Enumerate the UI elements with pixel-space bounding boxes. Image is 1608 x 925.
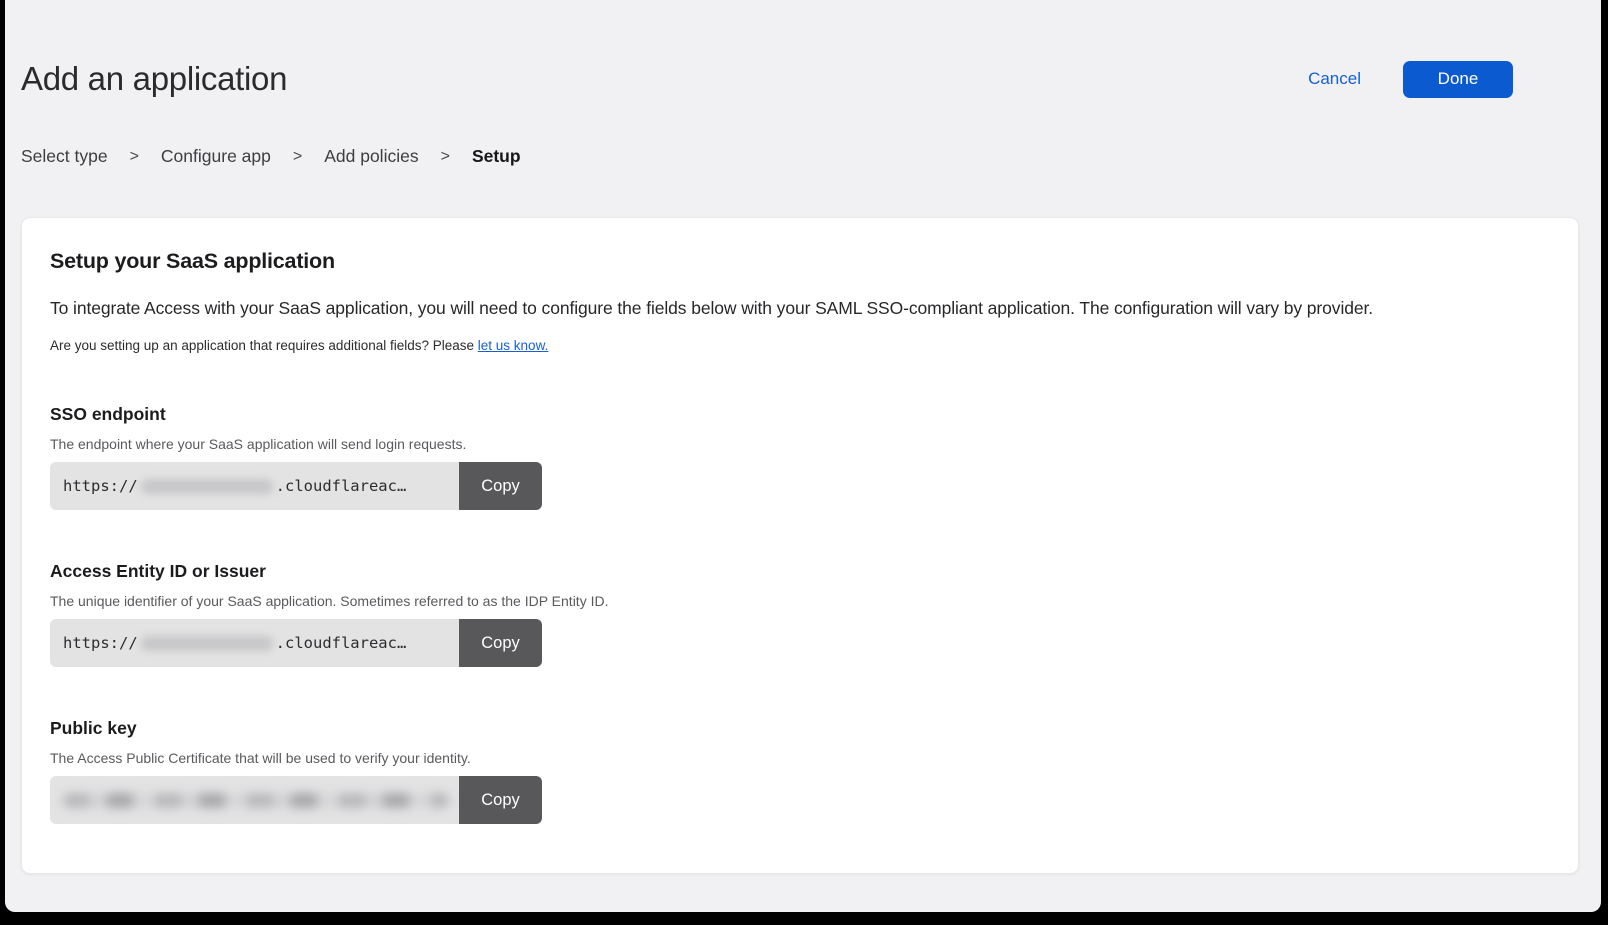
setup-card: Setup your SaaS application To integrate… [21,217,1579,874]
public-key-label: Public key [50,718,1550,739]
breadcrumb-separator: > [441,148,450,166]
sso-endpoint-description: The endpoint where your SaaS application… [50,436,1550,452]
public-key-value[interactable] [50,776,459,824]
url-prefix: https:// [63,634,138,652]
public-key-copy-row: Copy [50,776,542,824]
page-title: Add an application [21,60,287,98]
breadcrumb: Select type > Configure app > Add polici… [21,146,1579,167]
url-prefix: https:// [63,477,138,495]
sso-endpoint-label: SSO endpoint [50,404,1550,425]
entity-id-copy-button[interactable]: Copy [459,619,542,667]
url-suffix: .cloudflareac… [276,634,407,652]
let-us-know-link[interactable]: let us know. [478,338,549,353]
breadcrumb-step-setup: Setup [472,146,521,167]
breadcrumb-separator: > [130,148,139,166]
sso-endpoint-section: SSO endpoint The endpoint where your Saa… [50,404,1550,510]
public-key-description: The Access Public Certificate that will … [50,750,1550,766]
entity-id-copy-row: https:// .cloudflareac… Copy [50,619,542,667]
breadcrumb-separator: > [293,148,302,166]
public-key-section: Public key The Access Public Certificate… [50,718,1550,824]
entity-id-value[interactable]: https:// .cloudflareac… [50,619,459,667]
breadcrumb-step-configure-app[interactable]: Configure app [161,146,271,167]
app-window: Add an application Cancel Done Select ty… [5,0,1601,912]
note-text: Are you setting up an application that r… [50,338,478,353]
redacted-text-blur [141,636,273,651]
card-intro-text: To integrate Access with your SaaS appli… [50,298,1550,319]
entity-id-description: The unique identifier of your SaaS appli… [50,593,1550,609]
url-suffix: .cloudflareac… [276,477,407,495]
redacted-text-blur [141,479,273,494]
sso-endpoint-value[interactable]: https:// .cloudflareac… [50,462,459,510]
redacted-text-blur [63,793,449,808]
card-note: Are you setting up an application that r… [50,338,1550,353]
cancel-button[interactable]: Cancel [1308,69,1361,89]
breadcrumb-step-select-type[interactable]: Select type [21,146,108,167]
entity-id-label: Access Entity ID or Issuer [50,561,1550,582]
public-key-copy-button[interactable]: Copy [459,776,542,824]
breadcrumb-step-add-policies[interactable]: Add policies [324,146,418,167]
sso-endpoint-copy-row: https:// .cloudflareac… Copy [50,462,542,510]
entity-id-section: Access Entity ID or Issuer The unique id… [50,561,1550,667]
header-actions: Cancel Done [1308,61,1579,98]
done-button[interactable]: Done [1403,61,1513,98]
sso-endpoint-copy-button[interactable]: Copy [459,462,542,510]
page-header: Add an application Cancel Done [21,60,1579,98]
card-heading: Setup your SaaS application [50,249,1550,274]
